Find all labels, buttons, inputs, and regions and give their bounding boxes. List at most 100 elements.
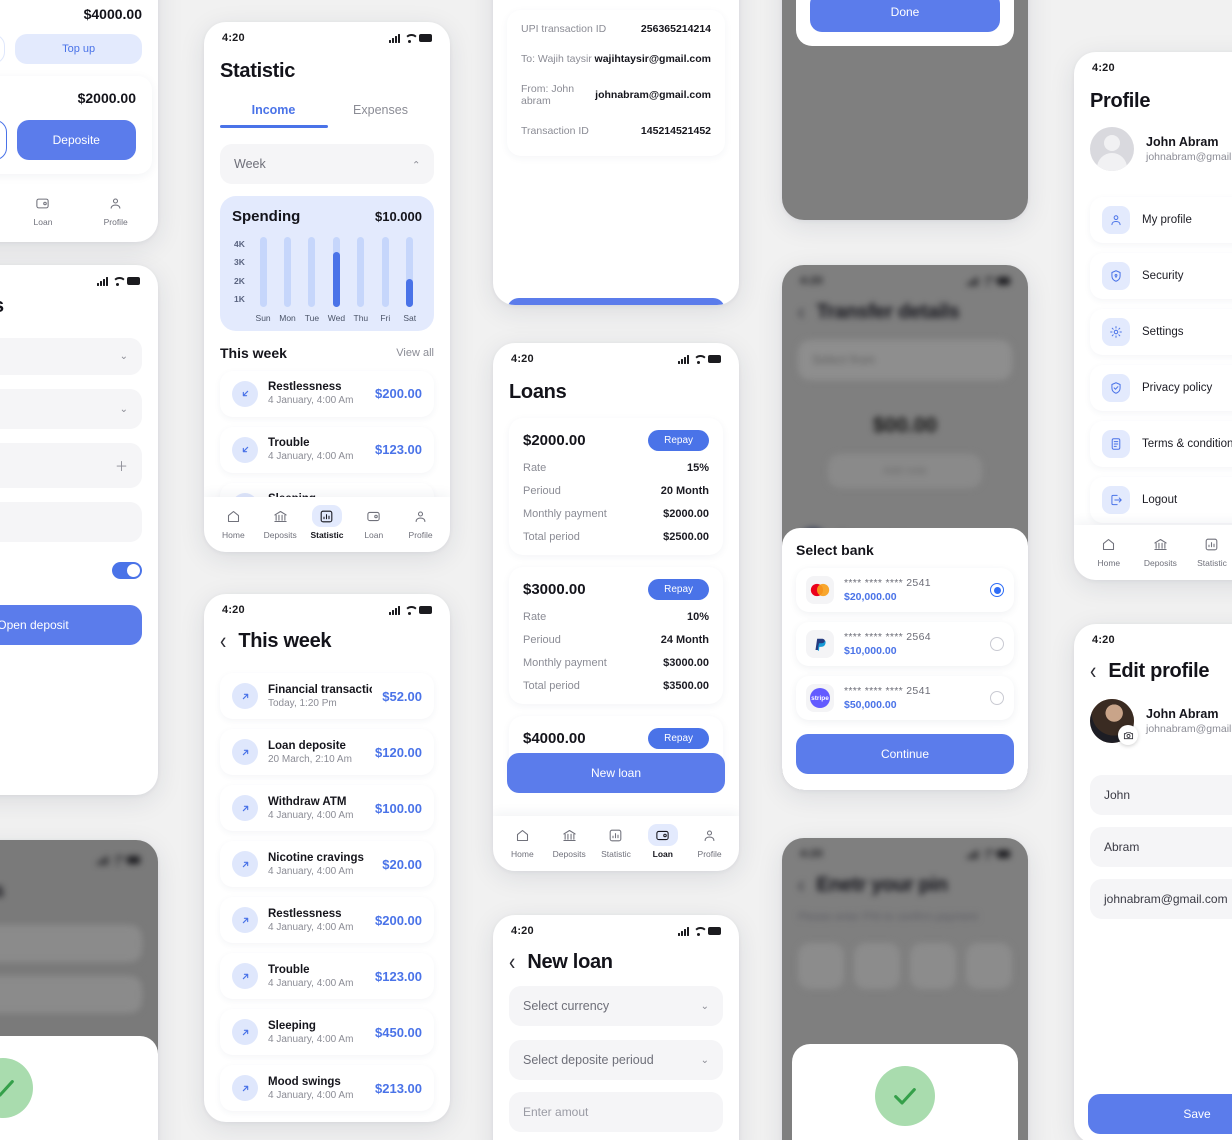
signal-icon: [97, 276, 108, 286]
spending-chart-card: Spending $10.000 1K 2K 3K 4K Sun Mon Tue We…: [220, 195, 434, 331]
user-name: John Abram: [1146, 707, 1219, 721]
back-button[interactable]: ‹: [509, 951, 515, 975]
plus-icon[interactable]: ＋: [115, 456, 128, 475]
pin-box[interactable]: [966, 943, 1012, 989]
nav-item-home[interactable]: Home: [1086, 533, 1132, 568]
open-deposit-button[interactable]: Open deposit: [0, 605, 142, 645]
currency-select[interactable]: ⌄: [0, 338, 142, 375]
deposite-button[interactable]: Deposite: [16, 120, 136, 160]
bank-option[interactable]: **** **** **** 2541 $20,000.00: [796, 568, 1014, 612]
back-button[interactable]: ‹: [798, 301, 804, 325]
bank-option[interactable]: **** **** **** 2564 $10,000.00: [796, 622, 1014, 666]
period-select[interactable]: Week ⌄: [220, 143, 434, 184]
bank-option[interactable]: stripe **** **** **** 2541 $50,000.00: [796, 676, 1014, 720]
download-print-button[interactable]: Download print: [507, 298, 725, 305]
nav-item-home[interactable]: Home: [210, 505, 257, 540]
profile-menu[interactable]: My profile Security Settings Privacy policy…: [1074, 197, 1232, 523]
y-tick: 1K: [234, 294, 245, 305]
extra-field[interactable]: [0, 502, 142, 542]
deposite-period-select[interactable]: Select deposite perioud ⌄: [509, 1040, 723, 1080]
transaction-name: Restlessness: [268, 907, 342, 920]
radio-button[interactable]: [990, 583, 1004, 597]
period-select[interactable]: e perioud ⌄: [0, 389, 142, 429]
amount-input[interactable]: Enter amout: [509, 1092, 723, 1132]
nav-item-loan[interactable]: Loan: [639, 824, 686, 859]
continue-button[interactable]: Continue: [796, 734, 1014, 774]
top-up-button[interactable]: Top up: [15, 34, 142, 64]
receipt-row: Transaction ID 145214521452: [521, 116, 711, 146]
profile-menu-item-settings[interactable]: Settings: [1090, 309, 1232, 355]
nav-label: Statistic: [601, 849, 631, 859]
back-button[interactable]: ‹: [220, 630, 226, 654]
transaction-date: 4 January, 4:00 Am: [268, 865, 354, 877]
withdrawal-toggle[interactable]: [112, 562, 142, 579]
wallet-icon-wrap: [647, 824, 678, 846]
table-row[interactable]: Sleeping4 January, 4:00 Am $450.00: [220, 1009, 434, 1055]
repay-button[interactable]: Repay: [648, 430, 709, 451]
bar-track: [259, 236, 267, 307]
nav-item-deposits[interactable]: Deposits: [257, 505, 304, 540]
nav-item-loan[interactable]: Loan: [21, 192, 65, 227]
transaction-icon: [232, 1075, 258, 1101]
nav-item-deposits[interactable]: Deposits: [1138, 533, 1184, 568]
table-row[interactable]: Loan deposite 20 March, 2:10 Am $120.00: [220, 729, 434, 775]
profile-menu-item-terms-conditions[interactable]: Terms & conditions: [1090, 421, 1232, 467]
bar-fill: [332, 251, 340, 307]
nav-item-home[interactable]: Home: [499, 824, 546, 859]
y-tick: 2K: [234, 275, 245, 286]
repay-button[interactable]: Repay: [648, 728, 709, 749]
bottom-nav[interactable]: Home Deposits Statistic: [1074, 525, 1232, 580]
save-button[interactable]: Save: [1088, 1094, 1232, 1134]
table-row[interactable]: Trouble 4 January, 4:00 Am $123.00: [220, 953, 434, 999]
arrow-up-right-icon: [242, 693, 248, 699]
table-row[interactable]: Restlessness 4 January, 4:00 Am $200.00: [220, 370, 434, 417]
view-all-link[interactable]: View all: [396, 347, 434, 359]
status-time: 4:20: [511, 353, 534, 365]
table-row[interactable]: Financial transaction Today, 1:20 Pm $52.0…: [220, 673, 434, 719]
transaction-icon: [232, 963, 258, 989]
source-select[interactable]: Select from ⌄: [798, 340, 1012, 380]
nav-item-statistic[interactable]: Statistic: [593, 824, 640, 859]
nav-item-profile[interactable]: Profile: [397, 505, 444, 540]
card-balance: $50,000.00: [844, 699, 897, 711]
profile-menu-item-logout[interactable]: Logout: [1090, 477, 1232, 523]
table-row[interactable]: Restlessness 4 January, 4:00 Am $200.00: [220, 897, 434, 943]
new-loan-button[interactable]: New loan: [507, 753, 725, 793]
pin-box[interactable]: [910, 943, 956, 989]
profile-menu-item-my-profile[interactable]: My profile: [1090, 197, 1232, 243]
income-expenses-tabs[interactable]: Income Expenses: [220, 97, 434, 125]
table-row[interactable]: Withdraw ATM 4 January, 4:00 Am $100.00: [220, 785, 434, 831]
profile-menu-item-security[interactable]: Security: [1090, 253, 1232, 299]
last-name-input[interactable]: Abram: [1090, 827, 1232, 867]
nav-item-statistic[interactable]: Statistic: [304, 505, 351, 540]
bottom-nav[interactable]: Statistic Loan Profile: [0, 184, 158, 239]
done-button[interactable]: Done: [810, 0, 1000, 32]
amount-stepper[interactable]: ＋: [0, 443, 142, 488]
pin-box[interactable]: [798, 943, 844, 989]
detail-value: 10%: [686, 611, 709, 623]
back-button[interactable]: ‹: [1090, 660, 1096, 684]
radio-button[interactable]: [990, 637, 1004, 651]
nav-item-loan[interactable]: Loan: [350, 505, 397, 540]
camera-icon[interactable]: [1118, 725, 1138, 745]
bottom-nav[interactable]: Home Deposits Statistic Loan Profile: [204, 497, 450, 552]
table-row[interactable]: Mood swings 4 January, 4:00 Am $213.00: [220, 1065, 434, 1111]
nav-item-statistic[interactable]: Statistic: [1189, 533, 1232, 568]
repay-button[interactable]: Repay: [648, 579, 709, 600]
tab-income[interactable]: Income: [220, 97, 327, 125]
table-row[interactable]: Trouble 4 January, 4:00 Am $123.00: [220, 426, 434, 473]
currency-select[interactable]: Select currency ⌄: [509, 986, 723, 1026]
back-button[interactable]: ‹: [798, 874, 804, 898]
nav-item-profile[interactable]: Profile: [686, 824, 733, 859]
add-note-field[interactable]: Add note: [828, 454, 982, 488]
nav-item-deposits[interactable]: Deposits: [546, 824, 593, 859]
bottom-nav[interactable]: Home Deposits Statistic Loan Profile: [493, 816, 739, 871]
profile-menu-item-privacy-policy[interactable]: Privacy policy: [1090, 365, 1232, 411]
nav-item-profile[interactable]: Profile: [94, 192, 138, 227]
table-row[interactable]: Nicotine cravings 4 January, 4:00 Am $20.0…: [220, 841, 434, 887]
pin-box[interactable]: [854, 943, 900, 989]
first-name-input[interactable]: John: [1090, 775, 1232, 815]
radio-button[interactable]: [990, 691, 1004, 705]
email-input[interactable]: johnabram@gmail.com: [1090, 879, 1232, 919]
tab-expenses[interactable]: Expenses: [327, 97, 434, 125]
